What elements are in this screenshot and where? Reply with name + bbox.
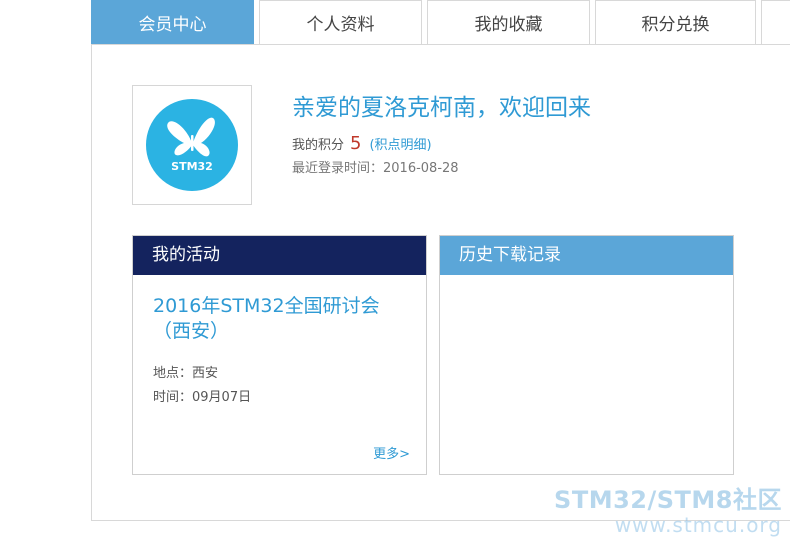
event-title-link[interactable]: 2016年STM32全国研讨会（西安） [153,294,413,344]
tab-profile[interactable]: 个人资料 [259,0,422,45]
event-place: 地点：西安 [153,366,219,381]
tab-favorites[interactable]: 我的收藏 [427,0,590,45]
site-watermark: STM32/STM8社区 www.stmcu.org [554,480,782,537]
points-detail-link[interactable]: (积点明细) [369,134,431,153]
watermark-title: STM32/STM8社区 [554,486,782,514]
tab-bar: 会员中心 个人资料 我的收藏 积分兑换 [91,0,790,45]
event-time: 时间：09月07日 [153,390,252,405]
avatar: STM32 [132,85,252,205]
my-activity-box: 我的活动 2016年STM32全国研讨会（西安） 地点：西安 时间：09月07日… [132,235,427,475]
last-login-time: 最近登录时间：2016-08-28 [292,161,459,176]
points-line: 我的积分 5 (积点明细) [292,133,432,154]
svg-text:STM32: STM32 [171,160,213,173]
download-history-box: 历史下载记录 [439,235,734,475]
tab-member-center[interactable]: 会员中心 [91,0,254,45]
stm32-butterfly-logo-icon: STM32 [146,99,238,191]
points-value: 5 [350,133,362,154]
watermark-url: www.stmcu.org [614,513,782,537]
tab-more[interactable] [761,0,790,45]
my-activity-header: 我的活动 [133,236,426,275]
download-history-header: 历史下载记录 [440,236,733,275]
more-link[interactable]: 更多> [373,443,410,462]
welcome-message: 亲爱的夏洛克柯南，欢迎回来 [292,95,591,121]
tab-points-exchange[interactable]: 积分兑换 [595,0,756,45]
points-label: 我的积分 [292,138,345,153]
